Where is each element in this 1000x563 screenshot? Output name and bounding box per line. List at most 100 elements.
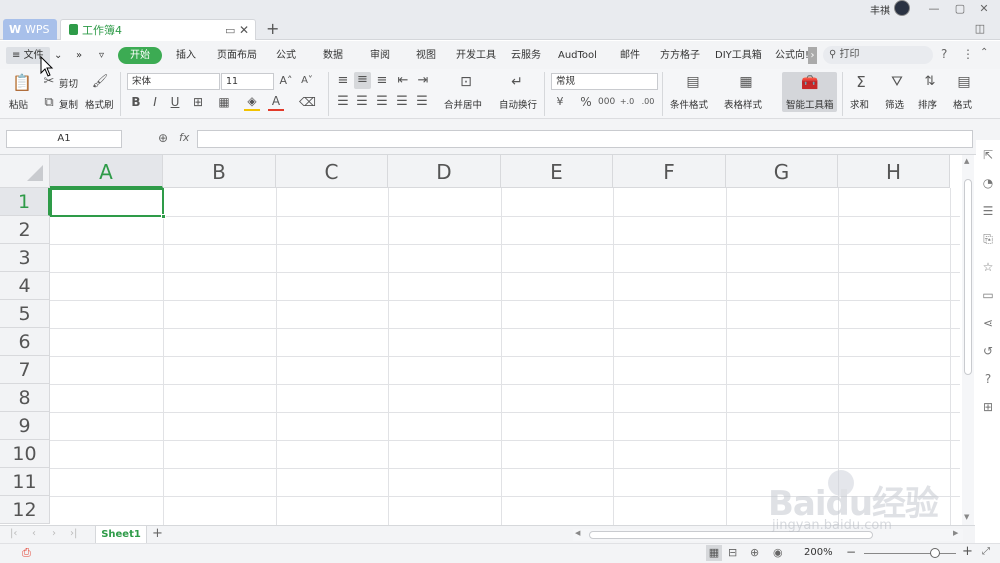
row-header-9[interactable]: 9 — [0, 412, 50, 440]
column-header-b[interactable]: B — [163, 155, 276, 188]
tab-insert[interactable]: 插入 — [176, 47, 196, 64]
tab-page-layout[interactable]: 页面布局 — [217, 47, 257, 64]
apps-grid-icon[interactable]: ⊞ — [980, 399, 996, 415]
help-circle-icon[interactable]: ? — [980, 371, 996, 387]
vertical-scrollbar[interactable]: ▲ ▼ — [962, 155, 974, 525]
tab-fangfang[interactable]: 方方格子 — [660, 47, 700, 64]
tab-view[interactable]: 视图 — [416, 47, 436, 64]
decrease-decimal-icon[interactable]: .00 — [640, 94, 656, 110]
active-cell-a1[interactable] — [50, 188, 166, 219]
tab-cloud[interactable]: 云服务 — [511, 47, 541, 64]
fill-handle[interactable] — [161, 214, 166, 219]
avatar[interactable] — [894, 0, 910, 16]
row-header-12[interactable]: 12 — [0, 496, 50, 524]
column-header-d[interactable]: D — [388, 155, 501, 188]
column-header-c[interactable]: C — [276, 155, 388, 188]
select-arrow-icon[interactable]: ⇱ — [980, 147, 996, 163]
tab-developer[interactable]: 开发工具 — [456, 47, 496, 64]
sheet-nav-last-icon[interactable]: ›| — [70, 528, 77, 539]
tab-start[interactable]: 开始 — [118, 47, 162, 64]
archive-icon[interactable]: ▭ — [980, 287, 996, 303]
align-bottom-icon[interactable]: ≡ — [375, 73, 389, 89]
row-header-10[interactable]: 10 — [0, 440, 50, 468]
add-sheet-button[interactable]: + — [152, 526, 163, 541]
row-header-7[interactable]: 7 — [0, 356, 50, 384]
table-style-icon[interactable]: ▦ — [737, 74, 755, 90]
tab-mail[interactable]: 邮件 — [620, 47, 640, 64]
indent-increase-icon[interactable]: ⇥ — [416, 73, 430, 89]
row-header-8[interactable]: 8 — [0, 384, 50, 412]
align-left-icon[interactable]: ☰ — [336, 94, 350, 110]
sort-button[interactable]: 排序 — [918, 97, 937, 111]
layout-icon[interactable]: ◫ — [972, 22, 988, 36]
fill-color-icon[interactable]: ◈ — [244, 93, 260, 111]
fullscreen-icon[interactable]: ⤢ — [982, 546, 990, 557]
collapse-ribbon-icon[interactable]: ⌃ — [980, 47, 988, 58]
history-icon[interactable]: ↺ — [980, 343, 996, 359]
row-header-5[interactable]: 5 — [0, 300, 50, 328]
column-header-g[interactable]: G — [726, 155, 838, 188]
share-icon[interactable]: ⋖ — [980, 315, 996, 331]
indent-decrease-icon[interactable]: ⇤ — [396, 73, 410, 89]
zoom-lens-icon[interactable]: ⊕ — [158, 131, 168, 145]
row-header-6[interactable]: 6 — [0, 328, 50, 356]
paste-icon[interactable]: 📋 — [12, 75, 32, 91]
align-middle-icon[interactable]: ≡ — [354, 72, 371, 89]
filter-icon[interactable]: ⛛ — [888, 74, 906, 90]
thousands-icon[interactable]: 000 — [598, 94, 615, 110]
zoom-slider[interactable] — [864, 548, 956, 558]
zoom-in-button[interactable]: + — [962, 544, 973, 559]
row-header-2[interactable]: 2 — [0, 216, 50, 244]
currency-icon[interactable]: ¥ — [553, 94, 567, 110]
tab-review[interactable]: 审阅 — [370, 47, 390, 64]
paste-button[interactable]: 粘贴 — [9, 97, 28, 111]
select-all-corner[interactable] — [0, 155, 50, 188]
row-header-1[interactable]: 1 — [0, 188, 50, 216]
conditional-format-button[interactable]: 条件格式 — [670, 97, 708, 111]
tab-formula-wizard[interactable]: 公式向! — [775, 47, 809, 64]
format-painter-button[interactable]: 格式刷 — [85, 97, 114, 111]
bold-button[interactable]: B — [129, 94, 143, 110]
sum-button[interactable]: 求和 — [850, 97, 869, 111]
backup-icon[interactable]: ⎘ — [980, 231, 996, 247]
wrap-text-button[interactable]: 自动换行 — [499, 97, 537, 111]
row-header-11[interactable]: 11 — [0, 468, 50, 496]
tab-workbook[interactable]: 工作簿4 ▭ ✕ — [60, 19, 256, 40]
font-size-select[interactable]: 11 — [221, 73, 274, 90]
smart-toolbox-button[interactable]: 🧰 智能工具箱 — [782, 72, 837, 112]
percent-button[interactable]: % — [579, 94, 593, 110]
sheet-nav-next-icon[interactable]: › — [52, 528, 56, 539]
format-painter-icon[interactable]: 🖌 — [91, 74, 109, 90]
sheet-tab-sheet1[interactable]: Sheet1 — [95, 526, 147, 543]
sum-icon[interactable]: Σ — [852, 74, 870, 90]
minimize-button[interactable]: — — [926, 2, 942, 16]
help-icon[interactable]: ? — [941, 47, 947, 61]
format-button[interactable]: 格式 — [953, 97, 972, 111]
properties-icon[interactable]: ☰ — [980, 203, 996, 219]
close-tab-icon[interactable]: ✕ — [239, 20, 249, 41]
new-tab-button[interactable]: + — [266, 19, 279, 38]
increase-font-icon[interactable]: A˄ — [279, 73, 293, 89]
number-format-select[interactable]: 常规 — [551, 73, 658, 90]
page-break-view-icon[interactable]: ⊕ — [750, 546, 759, 559]
maximize-button[interactable]: ▢ — [952, 2, 968, 16]
zoom-level[interactable]: 200% — [804, 547, 833, 558]
cut-button[interactable]: 剪切 — [59, 76, 78, 90]
eye-protect-icon[interactable]: ◉ — [773, 546, 783, 559]
dropdown-icon[interactable]: ▿ — [99, 47, 104, 64]
wrap-text-icon[interactable]: ↵ — [508, 74, 526, 90]
hscroll-left-icon[interactable]: ◀ — [575, 529, 580, 537]
star-icon[interactable]: ☆ — [980, 259, 996, 275]
scroll-thumb[interactable] — [964, 179, 972, 375]
copy-icon[interactable]: ⧉ — [42, 95, 56, 111]
column-header-f[interactable]: F — [613, 155, 726, 188]
tab-diy-toolbox[interactable]: DIY工具箱 — [715, 47, 762, 64]
filter-button[interactable]: 筛选 — [885, 97, 904, 111]
more-options-icon[interactable]: ⋮ — [962, 47, 974, 61]
decrease-font-icon[interactable]: A˅ — [300, 73, 314, 89]
distribute-icon[interactable]: ☰ — [415, 94, 429, 110]
formula-input[interactable] — [197, 130, 973, 148]
table-style-button[interactable]: 表格样式 — [724, 97, 762, 111]
format-icon[interactable]: ▤ — [955, 74, 973, 90]
italic-button[interactable]: I — [148, 94, 162, 110]
